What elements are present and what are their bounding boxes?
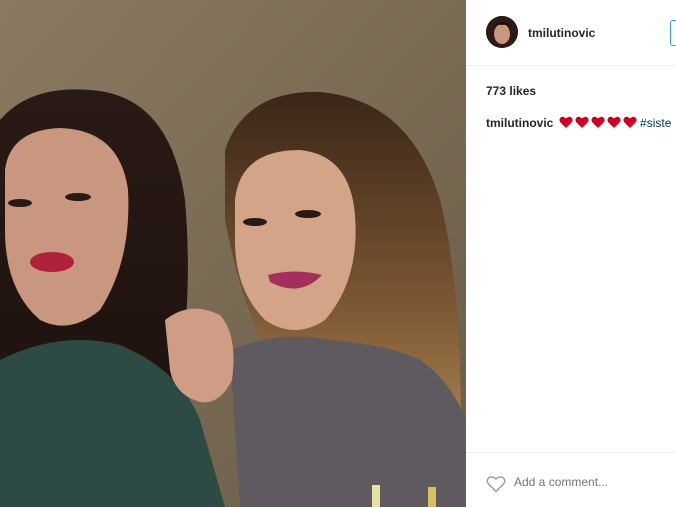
red-heart-icon (607, 116, 621, 132)
follow-button[interactable] (670, 20, 676, 46)
comment-input[interactable] (514, 475, 664, 489)
caption-emoji-group (557, 116, 640, 130)
hashtag-link[interactable]: #siste (640, 116, 671, 130)
likes-count[interactable]: 773 likes (486, 84, 536, 98)
red-heart-icon (559, 116, 573, 132)
caption-username[interactable]: tmilutinovic (486, 116, 553, 130)
heart-outline-icon[interactable] (486, 475, 506, 498)
comment-bar (466, 452, 676, 508)
avatar[interactable] (486, 16, 518, 48)
post-photo[interactable] (0, 0, 466, 507)
red-heart-icon (591, 116, 605, 132)
username-link[interactable]: tmilutinovic (528, 26, 595, 40)
red-heart-icon (575, 116, 589, 132)
caption: tmilutinovic #siste (486, 116, 671, 132)
photo-image (0, 0, 466, 507)
red-heart-icon (623, 116, 637, 132)
post-sidebar: tmilutinovic 773 likes tmilutinovic #sis… (466, 0, 676, 507)
post-header: tmilutinovic (466, 0, 676, 66)
